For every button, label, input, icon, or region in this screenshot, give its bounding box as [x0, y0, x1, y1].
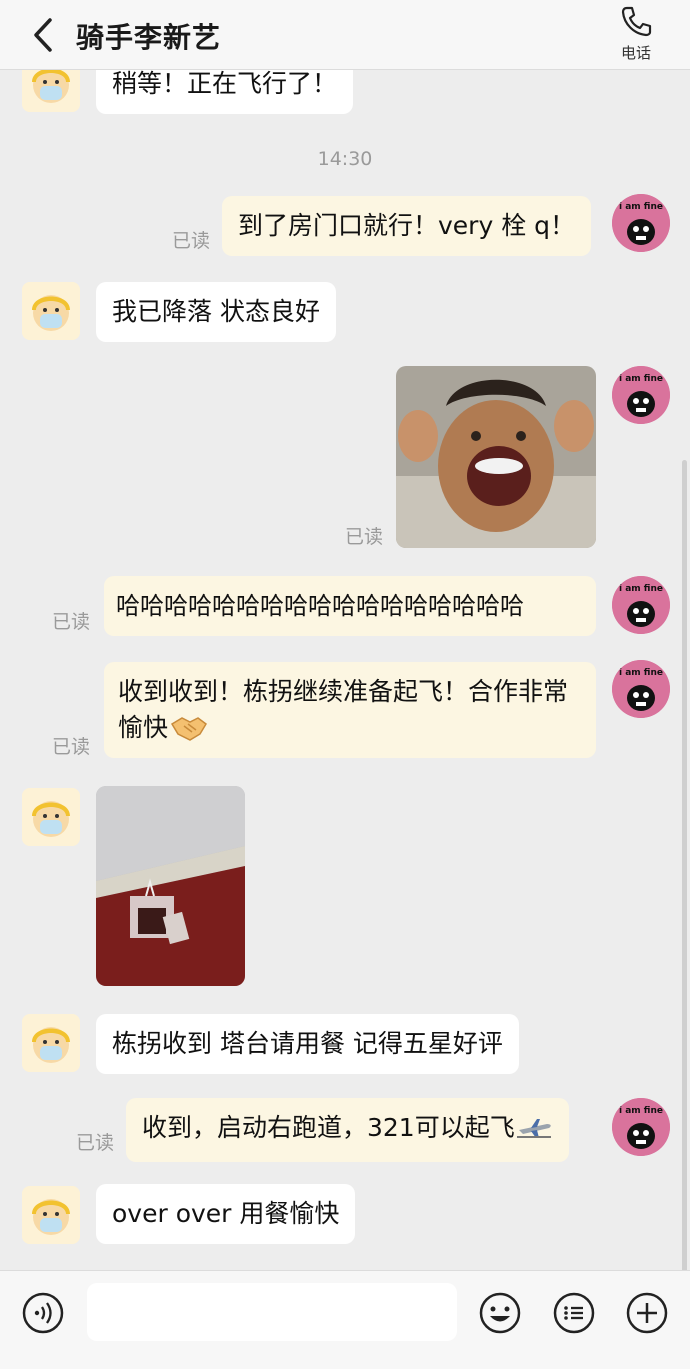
rider-avatar[interactable]: [22, 1014, 80, 1072]
read-status: 已读: [52, 611, 91, 633]
message-text: 收到，启动右跑道，321可以起飞: [142, 1113, 515, 1142]
my-avatar[interactable]: i am fine: [612, 576, 670, 634]
quick-menu-button[interactable]: [552, 1291, 596, 1335]
message-bubble-outgoing[interactable]: 收到，启动右跑道，321可以起飞: [126, 1098, 569, 1162]
rider-avatar[interactable]: [22, 70, 80, 112]
message-bubble-outgoing[interactable]: 到了房门口就行！very 栓 q！: [222, 196, 592, 256]
my-avatar[interactable]: i am fine: [612, 366, 670, 424]
airplane-emoji: [516, 1114, 553, 1150]
read-status: 已读: [345, 526, 384, 548]
timestamp: 14:30: [317, 148, 373, 170]
voice-button[interactable]: [21, 1291, 65, 1335]
message-bubble-outgoing[interactable]: 哈哈哈哈哈哈哈哈哈哈哈哈哈哈哈哈哈: [104, 576, 596, 636]
my-avatar[interactable]: i am fine: [612, 660, 670, 718]
svg-text:i am fine: i am fine: [619, 202, 663, 212]
input-bar: [0, 1270, 690, 1369]
read-status: 已读: [172, 230, 211, 252]
more-button[interactable]: [625, 1291, 669, 1335]
voice-icon: [22, 1292, 64, 1334]
call-label: 电话: [620, 44, 651, 62]
svg-text:i am fine: i am fine: [619, 668, 663, 678]
svg-text:i am fine: i am fine: [619, 1106, 663, 1116]
emoji-button[interactable]: [478, 1291, 522, 1335]
plus-icon: [626, 1292, 668, 1334]
message-list[interactable]: 稍等！正在飞行了！ 14:30 已读 到了房门口就行！very 栓 q！ i a…: [0, 70, 690, 1270]
read-status: 已读: [76, 1132, 115, 1154]
message-bubble-outgoing[interactable]: 收到收到！栋拐继续准备起飞！合作非常愉快: [104, 662, 596, 758]
sent-image-meme[interactable]: [396, 366, 596, 548]
message-input[interactable]: [87, 1283, 457, 1341]
phone-icon: [621, 6, 652, 37]
rider-avatar[interactable]: [22, 282, 80, 340]
rider-avatar[interactable]: [22, 1186, 80, 1244]
emoji-icon: [479, 1292, 521, 1334]
message-bubble-incoming[interactable]: 稍等！正在飞行了！: [96, 70, 354, 114]
call-button[interactable]: 电话: [604, 4, 668, 64]
chat-title: 骑手李新艺: [76, 21, 222, 54]
scrollbar[interactable]: [682, 460, 687, 1270]
chat-header: 骑手李新艺 电话: [0, 0, 690, 70]
my-avatar[interactable]: i am fine: [612, 194, 670, 252]
my-avatar[interactable]: i am fine: [612, 1098, 670, 1156]
svg-text:i am fine: i am fine: [619, 584, 663, 594]
read-status: 已读: [52, 736, 91, 758]
message-bubble-incoming[interactable]: over over 用餐愉快: [96, 1184, 356, 1244]
back-button[interactable]: [28, 14, 64, 56]
rider-avatar[interactable]: [22, 788, 80, 846]
received-image-delivery[interactable]: [96, 786, 245, 986]
message-bubble-incoming[interactable]: 栋拐收到 塔台请用餐 记得五星好评: [96, 1014, 519, 1074]
handshake-emoji: [170, 712, 208, 752]
svg-text:i am fine: i am fine: [619, 374, 663, 384]
message-bubble-incoming[interactable]: 我已降落 状态良好: [96, 282, 336, 342]
chevron-left-icon: [34, 18, 52, 52]
list-icon: [553, 1292, 595, 1334]
